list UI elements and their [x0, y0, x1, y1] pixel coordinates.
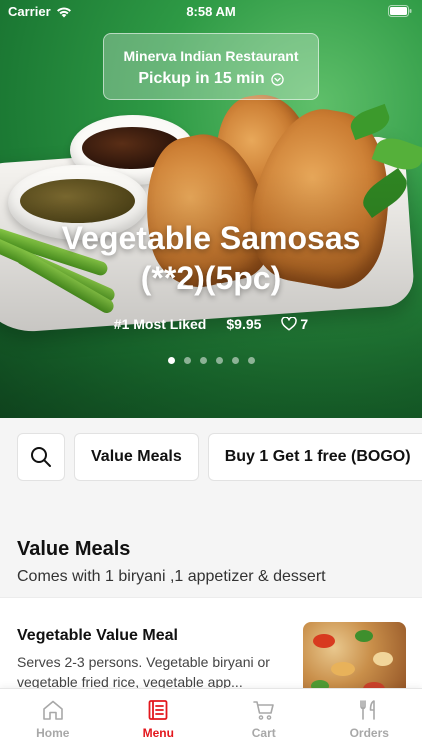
featured-item-meta: #1 Most Liked $9.95 7 [0, 316, 422, 332]
carousel-pagination[interactable] [0, 357, 422, 364]
search-icon [31, 447, 51, 467]
category-chip-value-meals[interactable]: Value Meals [74, 433, 199, 481]
tab-cart-label: Cart [251, 726, 276, 740]
tab-menu-label: Menu [142, 726, 174, 740]
carousel-dot[interactable] [183, 357, 191, 364]
tab-orders-label: Orders [349, 726, 389, 740]
menu-item-name: Vegetable Value Meal [17, 627, 178, 644]
featured-item-title: Vegetable Samosas (**2)(5pc) [0, 218, 422, 298]
carousel-dot[interactable] [247, 357, 255, 364]
status-time: 8:58 AM [186, 4, 236, 19]
chevron-down-circle-icon [270, 72, 284, 86]
restaurant-pickup-selector[interactable]: Minerva Indian Restaurant Pickup in 15 m… [103, 33, 319, 100]
carousel-dot[interactable] [167, 357, 175, 364]
section-subtitle: Comes with 1 biryani ,1 appetizer & dess… [17, 568, 326, 585]
like-count[interactable]: 7 [281, 316, 308, 332]
battery-icon [388, 5, 412, 17]
restaurant-name: Minerva Indian Restaurant [123, 48, 299, 64]
tab-orders[interactable]: Orders [317, 689, 422, 750]
tab-menu[interactable]: Menu [106, 689, 212, 750]
bottom-tab-bar: Home Menu Cart Orders [0, 688, 422, 750]
orders-icon [360, 700, 376, 720]
popularity-rank: #1 Most Liked [113, 316, 207, 332]
featured-title-line-2: (**2)(5pc) [140, 260, 282, 296]
carousel-dot[interactable] [199, 357, 207, 364]
menu-item-description: Serves 2-3 persons. Vegetable biryani or… [17, 654, 270, 690]
section-title: Value Meals [17, 538, 131, 560]
featured-title-line-1: Vegetable Samosas [61, 220, 361, 256]
pickup-time: Pickup in 15 min [138, 70, 265, 87]
menu-icon [148, 700, 168, 720]
carousel-dot[interactable] [231, 357, 239, 364]
featured-item-banner[interactable]: Carrier 8:58 AM Minerva Indian Restauran… [0, 0, 422, 418]
tab-home-label: Home [36, 726, 70, 740]
tab-cart[interactable]: Cart [211, 689, 317, 750]
heart-icon [281, 317, 298, 331]
like-count-value: 7 [300, 316, 309, 332]
category-chip-bogo[interactable]: Buy 1 Get 1 free (BOGO) [207, 433, 422, 481]
tab-home[interactable]: Home [0, 689, 106, 750]
search-button[interactable] [17, 433, 65, 481]
status-bar: Carrier 8:58 AM [0, 0, 422, 24]
home-icon [42, 700, 63, 720]
cart-icon [252, 701, 274, 720]
featured-price: $9.95 [226, 316, 262, 332]
carousel-dot[interactable] [215, 357, 223, 364]
category-chips: Value Meals Buy 1 Get 1 free (BOGO) [17, 433, 422, 481]
